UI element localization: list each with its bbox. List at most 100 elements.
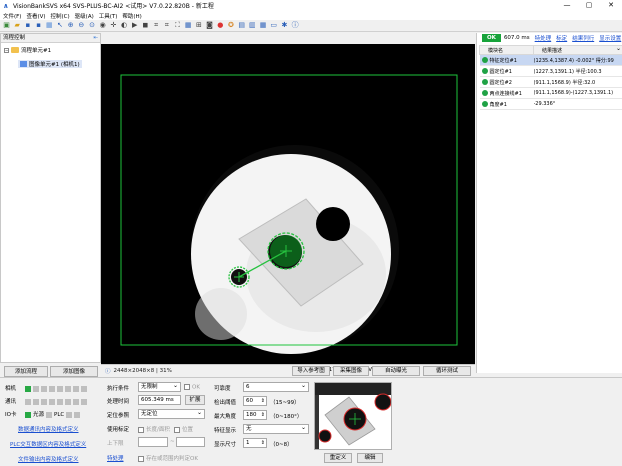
locator-select[interactable]: 无定位 [138, 409, 205, 419]
exec-cond-select[interactable]: 无限制 [138, 382, 181, 392]
calibration-link[interactable]: 标定 [556, 34, 567, 42]
add-image-button[interactable]: 添加图像 [50, 366, 98, 377]
ok-status-icon [481, 90, 488, 96]
calib-length-label: 长度/面积 [146, 427, 170, 433]
ok-status-icon [481, 68, 488, 74]
color-icon[interactable]: ✪ [226, 21, 235, 30]
status-indicator [57, 398, 63, 405]
tree-item-flow-unit[interactable]: − 流程单元#1 [4, 46, 51, 54]
new-icon[interactable]: ▣ [2, 21, 11, 30]
toolbar: ▣ ▰ ▪ ▪ ▦ ↖ ⊕ ⊖ ⊙ ◉ ✛ ◐ ▶ ◼ ⌗ ⌗ ⛶ ▦ ⊞ ◙ … [0, 20, 622, 32]
flow-control-title: 流程控制 [3, 35, 26, 41]
pin-icon[interactable]: ⇤ [93, 34, 98, 43]
fullscreen-icon[interactable]: ⛶ [173, 21, 182, 30]
calib-position-checkbox[interactable]: 位置 [174, 425, 193, 433]
tree-item-image-unit[interactable]: 图像单元#1 (相机1) [18, 60, 82, 68]
io-status: IO卡 光源 PLC [5, 410, 82, 418]
expand-button[interactable]: 扩展 [185, 395, 205, 405]
module-name: 圆定位#1 [489, 68, 512, 75]
menu-help[interactable]: 帮助(H) [122, 12, 141, 20]
status-indicator [49, 398, 55, 405]
display-size-spinner[interactable]: 1 [243, 438, 267, 448]
table-row[interactable]: 圆定位#2 (911.1,1568.9) 半径:32.0 [479, 76, 622, 88]
menu-advanced[interactable]: 驱级(A) [75, 12, 94, 20]
calib-position-label: 位置 [182, 427, 194, 433]
redefine-button[interactable]: 重定义 [324, 453, 352, 463]
result-list-link[interactable]: 结果列行 [572, 34, 594, 42]
threshold-spinner[interactable]: 60 [243, 396, 267, 406]
proc-time-field[interactable]: 605.349 ms [138, 395, 181, 405]
save-fail-checkbox[interactable]: 存在或范围内判定OK [138, 454, 198, 462]
collapse-icon[interactable]: − [4, 47, 9, 53]
lower-bound-field[interactable] [138, 437, 168, 447]
image-header [101, 33, 475, 44]
image-view[interactable] [101, 44, 475, 364]
status-indicator [66, 411, 73, 418]
plc-format-link[interactable]: PLC交互数据区内容及格式定义 [10, 440, 86, 448]
menu-view[interactable]: 查看(V) [26, 12, 45, 20]
table-row[interactable]: 两点连接线#1 (911.1,1568.9)-(1227.3,1391.1) [479, 87, 622, 99]
monitor-icon[interactable]: ▭ [269, 21, 278, 30]
info-icon[interactable]: ⓘ [291, 21, 300, 30]
minimize-button[interactable]: — [556, 0, 578, 11]
feature-display-select[interactable]: 无 [243, 424, 309, 434]
status-indicator [25, 398, 31, 405]
status-indicator [73, 385, 79, 392]
ok-checkbox[interactable]: OK [184, 384, 200, 391]
crosshair-icon[interactable]: ✛ [109, 21, 118, 30]
run-icon[interactable]: ▶ [130, 21, 139, 30]
menu-tools[interactable]: 工具(T) [99, 12, 118, 20]
zoom-out-icon[interactable]: ⊖ [77, 21, 86, 30]
table-icon[interactable]: ▦ [259, 21, 268, 30]
image-info: ⓘ 2448×2048×8 | 31% [105, 367, 172, 375]
grid-icon[interactable]: ▦ [184, 21, 193, 30]
image-icon[interactable]: ▦ [45, 21, 54, 30]
add-flow-button[interactable]: 添加流程 [4, 366, 48, 377]
settings-icon[interactable]: ✱ [280, 21, 289, 30]
zoom-in-icon[interactable]: ⊕ [66, 21, 75, 30]
upper-bound-field[interactable] [176, 437, 205, 447]
auto-exposure-button[interactable]: 自动曝光 [372, 366, 420, 376]
table-row[interactable]: 圆定位#1 (1227.3,1391.1) 半径:100.3 [479, 65, 622, 77]
post-process-link[interactable]: 特处理 [107, 454, 124, 462]
display-settings-link[interactable]: 显示设置 [599, 34, 621, 42]
layout-icon[interactable]: ▤ [237, 21, 246, 30]
ruler-icon[interactable]: ⊞ [194, 21, 203, 30]
max-angle-spinner[interactable]: 180 [243, 410, 267, 420]
calib-length-checkbox[interactable]: 长度/面积 [138, 425, 170, 433]
stop-icon[interactable]: ◼ [141, 21, 150, 30]
close-button[interactable]: ✕ [600, 0, 622, 11]
eye-icon[interactable]: ◉ [98, 21, 107, 30]
feature-display-label: 特征显示 [214, 428, 237, 434]
pointer-icon[interactable]: ↖ [55, 21, 64, 30]
window-title: VisionBankSVS x64 SVS-PLUS-BC-AI2 <试用> V… [13, 3, 214, 10]
menu-file[interactable]: 文件(F) [3, 12, 21, 20]
zoom-fit-icon[interactable]: ⊙ [88, 21, 97, 30]
menu-control[interactable]: 控制(C) [51, 12, 70, 20]
save-icon[interactable]: ▪ [23, 21, 32, 30]
camera-icon[interactable]: ◙ [205, 21, 214, 30]
table-row[interactable]: 角度#1 -29.336° [479, 98, 622, 110]
capture-image-button[interactable]: 采集图像 [333, 366, 369, 376]
table-row[interactable]: 特征定位#1 (1235.4,1387.4) -0.002° 得分:99 [479, 54, 622, 66]
loop-test-button[interactable]: 循环测试 [423, 366, 471, 376]
save-as-icon[interactable]: ▪ [34, 21, 43, 30]
import-reference-button[interactable]: 导入参考图 [292, 366, 330, 376]
location-icon[interactable]: ● [216, 21, 225, 30]
reliability-select[interactable]: 6 [243, 382, 309, 392]
maximize-button[interactable]: ▢ [578, 0, 600, 11]
status-indicator [46, 411, 53, 418]
run-once-icon[interactable]: ◐ [120, 21, 129, 30]
comm-format-link[interactable]: 数据通讯内容及格式定义 [18, 425, 79, 433]
frame-icon[interactable]: ⌗ [152, 21, 161, 30]
status-indicator [33, 385, 39, 392]
camera-status: 相机 [5, 384, 89, 392]
info-icon: ⓘ [105, 369, 111, 375]
frame2-icon[interactable]: ⌗ [162, 21, 171, 30]
file-output-link[interactable]: 文件输出内容及格式定义 [18, 455, 79, 463]
edit-button[interactable]: 编辑 [357, 453, 383, 463]
panel-icon[interactable]: ▥ [248, 21, 257, 30]
post-process-link[interactable]: 特处理 [535, 34, 552, 42]
result-desc: (911.1,1568.9) 半径:32.0 [533, 76, 622, 88]
open-icon[interactable]: ▰ [13, 21, 22, 30]
